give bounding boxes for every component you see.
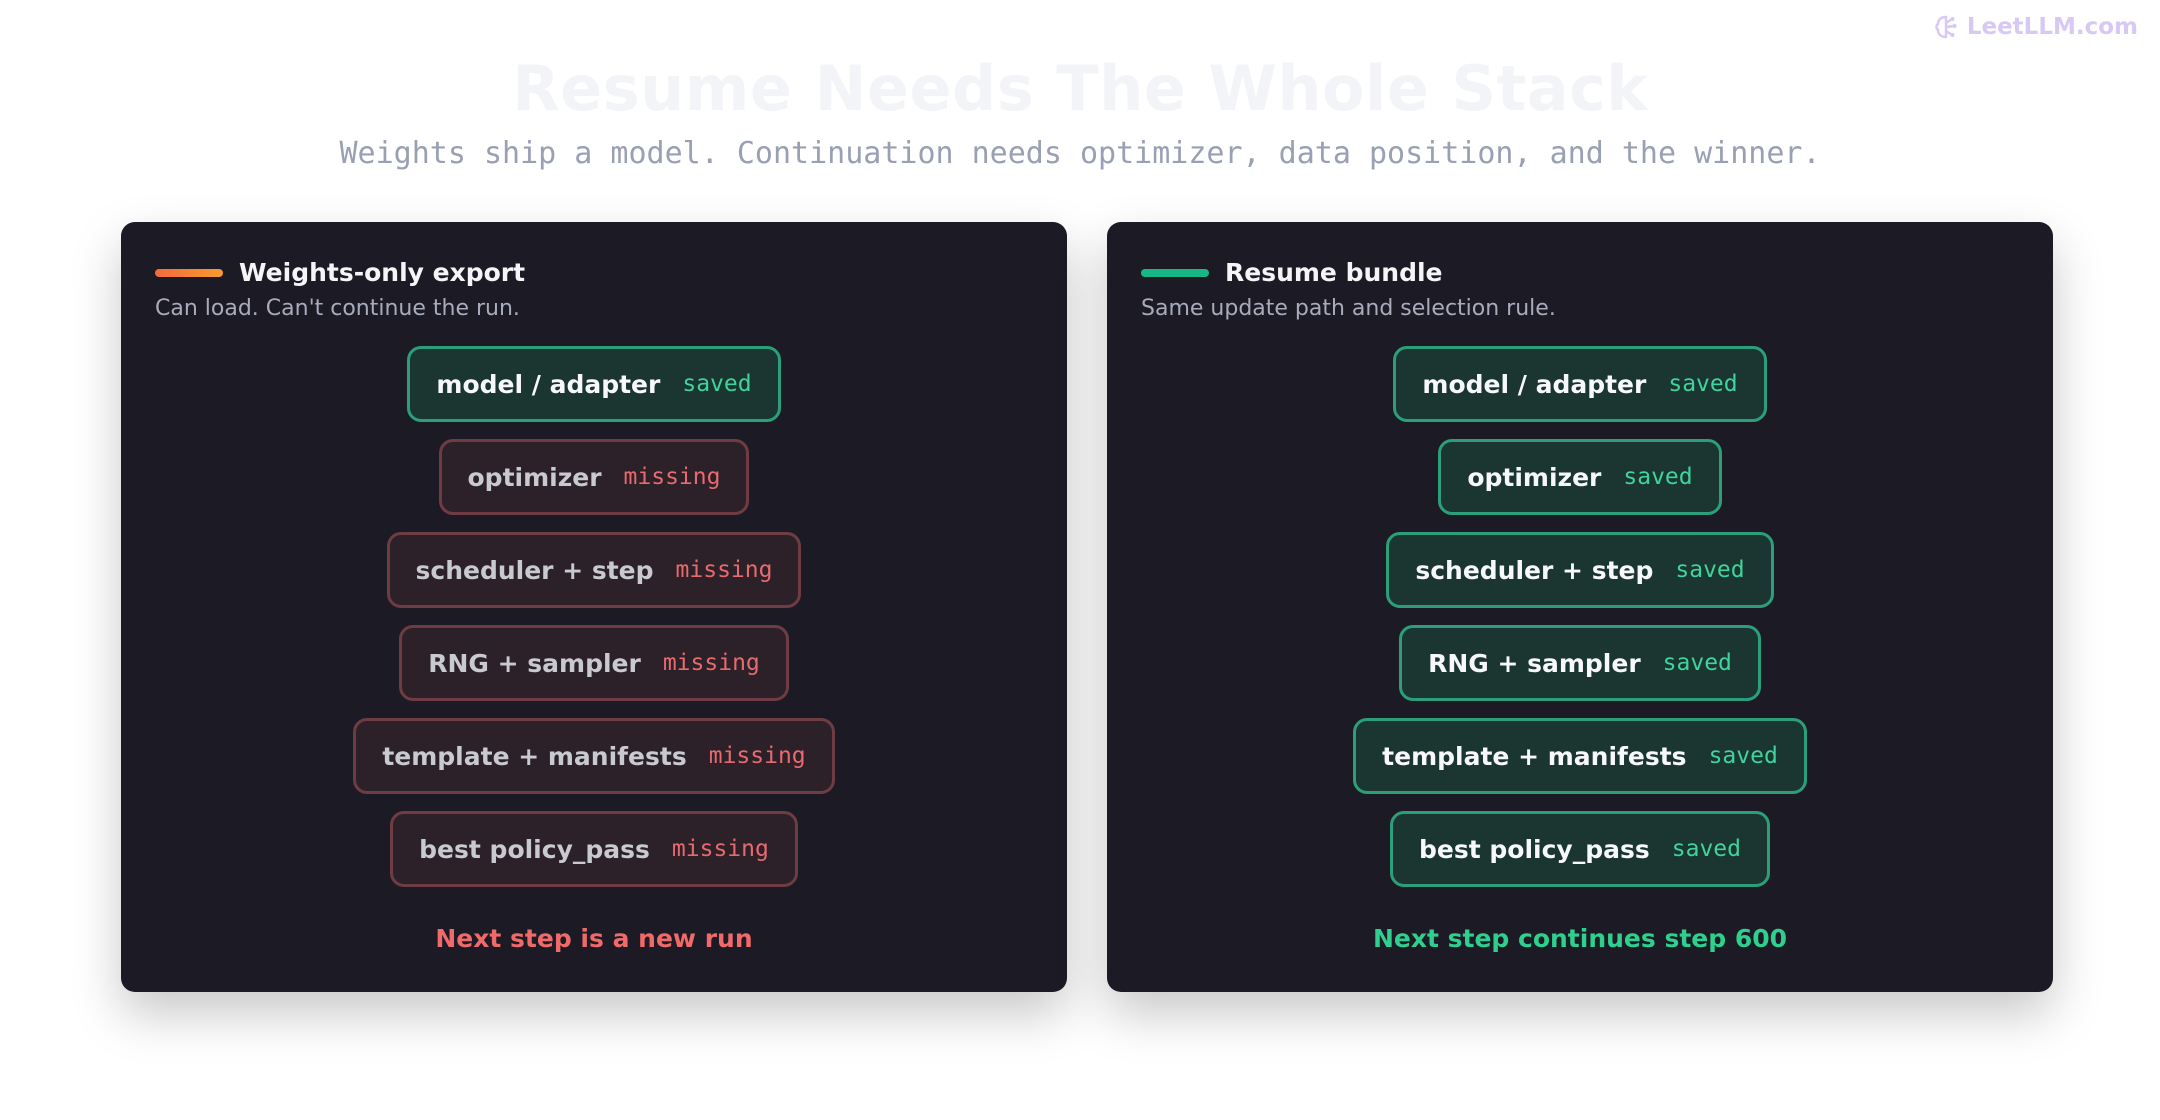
artifact-optimizer: optimizer missing: [438, 439, 750, 515]
weights-only-panel: Weights-only export Can load. Can't cont…: [121, 222, 1067, 992]
brand-name: LeetLLM.com: [1966, 14, 2138, 40]
artifact-model-adapter: model / adapter saved: [1393, 346, 1767, 422]
accent-bar: [155, 268, 223, 277]
artifact-stack: model / adapter saved optimizer missing …: [121, 346, 1067, 887]
status-badge: missing: [671, 836, 769, 862]
status-badge: saved: [1662, 650, 1732, 676]
brain-icon: [1935, 15, 1957, 39]
accent-bar: [1141, 268, 1209, 277]
page-subtitle: Weights ship a model. Continuation needs…: [339, 136, 1821, 171]
status-badge: saved: [682, 371, 752, 397]
panel-header: Resume bundle: [1141, 258, 1443, 287]
artifact-rng-sampler: RNG + sampler missing: [399, 625, 789, 701]
status-badge: saved: [1671, 836, 1741, 862]
artifact-name: model / adapter: [1422, 369, 1647, 399]
panel-header: Weights-only export: [155, 258, 525, 287]
artifact-name: scheduler + step: [415, 555, 654, 585]
artifact-name: template + manifests: [382, 741, 687, 771]
resume-bundle-panel: Resume bundle Same update path and selec…: [1107, 222, 2053, 992]
page-title: Resume Needs The Whole Stack: [511, 52, 1649, 125]
panel-title: Weights-only export: [239, 258, 526, 287]
artifact-name: model / adapter: [436, 369, 661, 399]
panel-description: Same update path and selection rule.: [1141, 296, 1556, 321]
artifact-stack: model / adapter saved optimizer saved sc…: [1107, 346, 2053, 887]
artifact-name: scheduler + step: [1415, 555, 1654, 585]
artifact-model-adapter: model / adapter saved: [407, 346, 781, 422]
status-badge: missing: [623, 464, 721, 490]
status-badge: missing: [675, 557, 773, 583]
artifact-rng-sampler: RNG + sampler saved: [1399, 625, 1761, 701]
panel-title: Resume bundle: [1225, 258, 1443, 287]
artifact-name: RNG + sampler: [428, 648, 641, 678]
artifact-template-manifests: template + manifests missing: [353, 718, 835, 794]
artifact-name: best policy_pass: [1419, 834, 1650, 864]
panel-outcome: Next step continues step 600: [1372, 924, 1788, 953]
artifact-optimizer: optimizer saved: [1438, 439, 1722, 515]
artifact-name: RNG + sampler: [1428, 648, 1641, 678]
status-badge: saved: [1675, 557, 1745, 583]
panel-outcome: Next step is a new run: [435, 924, 753, 953]
status-badge: missing: [662, 650, 760, 676]
status-badge: saved: [1623, 464, 1693, 490]
status-badge: saved: [1668, 371, 1738, 397]
artifact-name: template + manifests: [1382, 741, 1687, 771]
artifact-name: best policy_pass: [419, 834, 650, 864]
panel-description: Can load. Can't continue the run.: [155, 296, 520, 321]
brand-logo[interactable]: LeetLLM.com: [1933, 14, 2138, 40]
artifact-name: optimizer: [1467, 462, 1602, 492]
status-badge: missing: [708, 743, 806, 769]
page: LeetLLM.com Resume Needs The Whole Stack…: [0, 0, 2160, 1120]
artifact-scheduler-step: scheduler + step saved: [1386, 532, 1774, 608]
artifact-best-policy-pass: best policy_pass missing: [390, 811, 798, 887]
artifact-name: optimizer: [467, 462, 602, 492]
status-badge: saved: [1708, 743, 1778, 769]
artifact-scheduler-step: scheduler + step missing: [386, 532, 802, 608]
artifact-best-policy-pass: best policy_pass saved: [1390, 811, 1770, 887]
artifact-template-manifests: template + manifests saved: [1353, 718, 1807, 794]
